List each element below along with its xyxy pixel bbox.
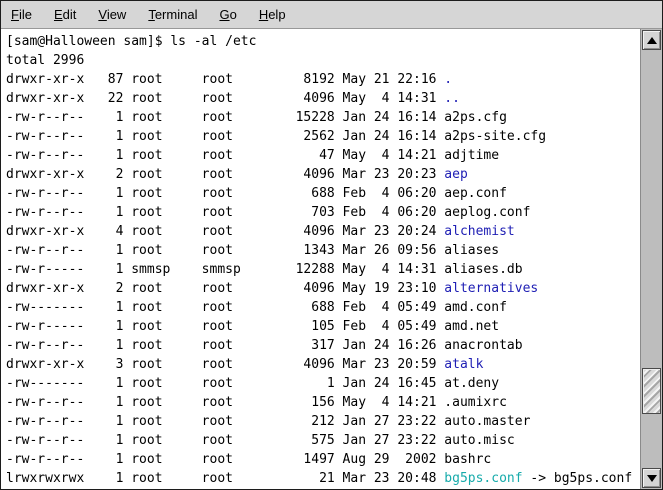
file-name: anacrontab [444,338,522,353]
triangle-down-icon [647,475,657,482]
file-name: adjtime [444,148,499,163]
scroll-down-button[interactable] [642,468,661,488]
file-name: aliases.db [444,262,522,277]
menu-bar: File Edit View Terminal Go Help [1,1,662,29]
file-name: auto.misc [444,433,514,448]
scroll-up-button[interactable] [642,30,661,50]
file-name: aep [444,167,467,182]
file-name: amd.net [444,319,499,334]
file-name: .aumixrc [444,395,507,410]
menu-item-edit[interactable]: Edit [54,7,76,22]
file-name: auto.master [444,414,530,429]
terminal-output: [sam@Halloween sam]$ ls -al /etc total 2… [1,29,640,488]
file-name: alternatives [444,281,538,296]
scrollbar[interactable] [640,29,662,489]
file-name: aliases [444,243,499,258]
file-name: amd.conf [444,300,507,315]
file-name: atalk [444,357,483,372]
menu-item-terminal[interactable]: Terminal [148,7,197,22]
menu-item-file[interactable]: File [11,7,32,22]
file-name: . [444,72,452,87]
file-name: a2ps.cfg [444,110,507,125]
file-name: aeplog.conf [444,205,530,220]
file-name: at.deny [444,376,499,391]
terminal-window: File Edit View Terminal Go Help [sam@Hallowee… [0,0,663,490]
terminal-screen[interactable]: [sam@Halloween sam]$ ls -al /etc total 2… [1,29,640,489]
menu-item-view[interactable]: View [98,7,126,22]
triangle-up-icon [647,37,657,44]
file-name: a2ps-site.cfg [444,129,546,144]
scrollbar-thumb[interactable] [642,368,661,414]
file-name: .. [444,91,460,106]
file-name: alchemist [444,224,514,239]
file-name: bg5ps.conf [444,471,522,486]
menu-item-help[interactable]: Help [259,7,286,22]
file-name: bashrc [444,452,491,467]
file-name: aep.conf [444,186,507,201]
menu-item-go[interactable]: Go [219,7,236,22]
